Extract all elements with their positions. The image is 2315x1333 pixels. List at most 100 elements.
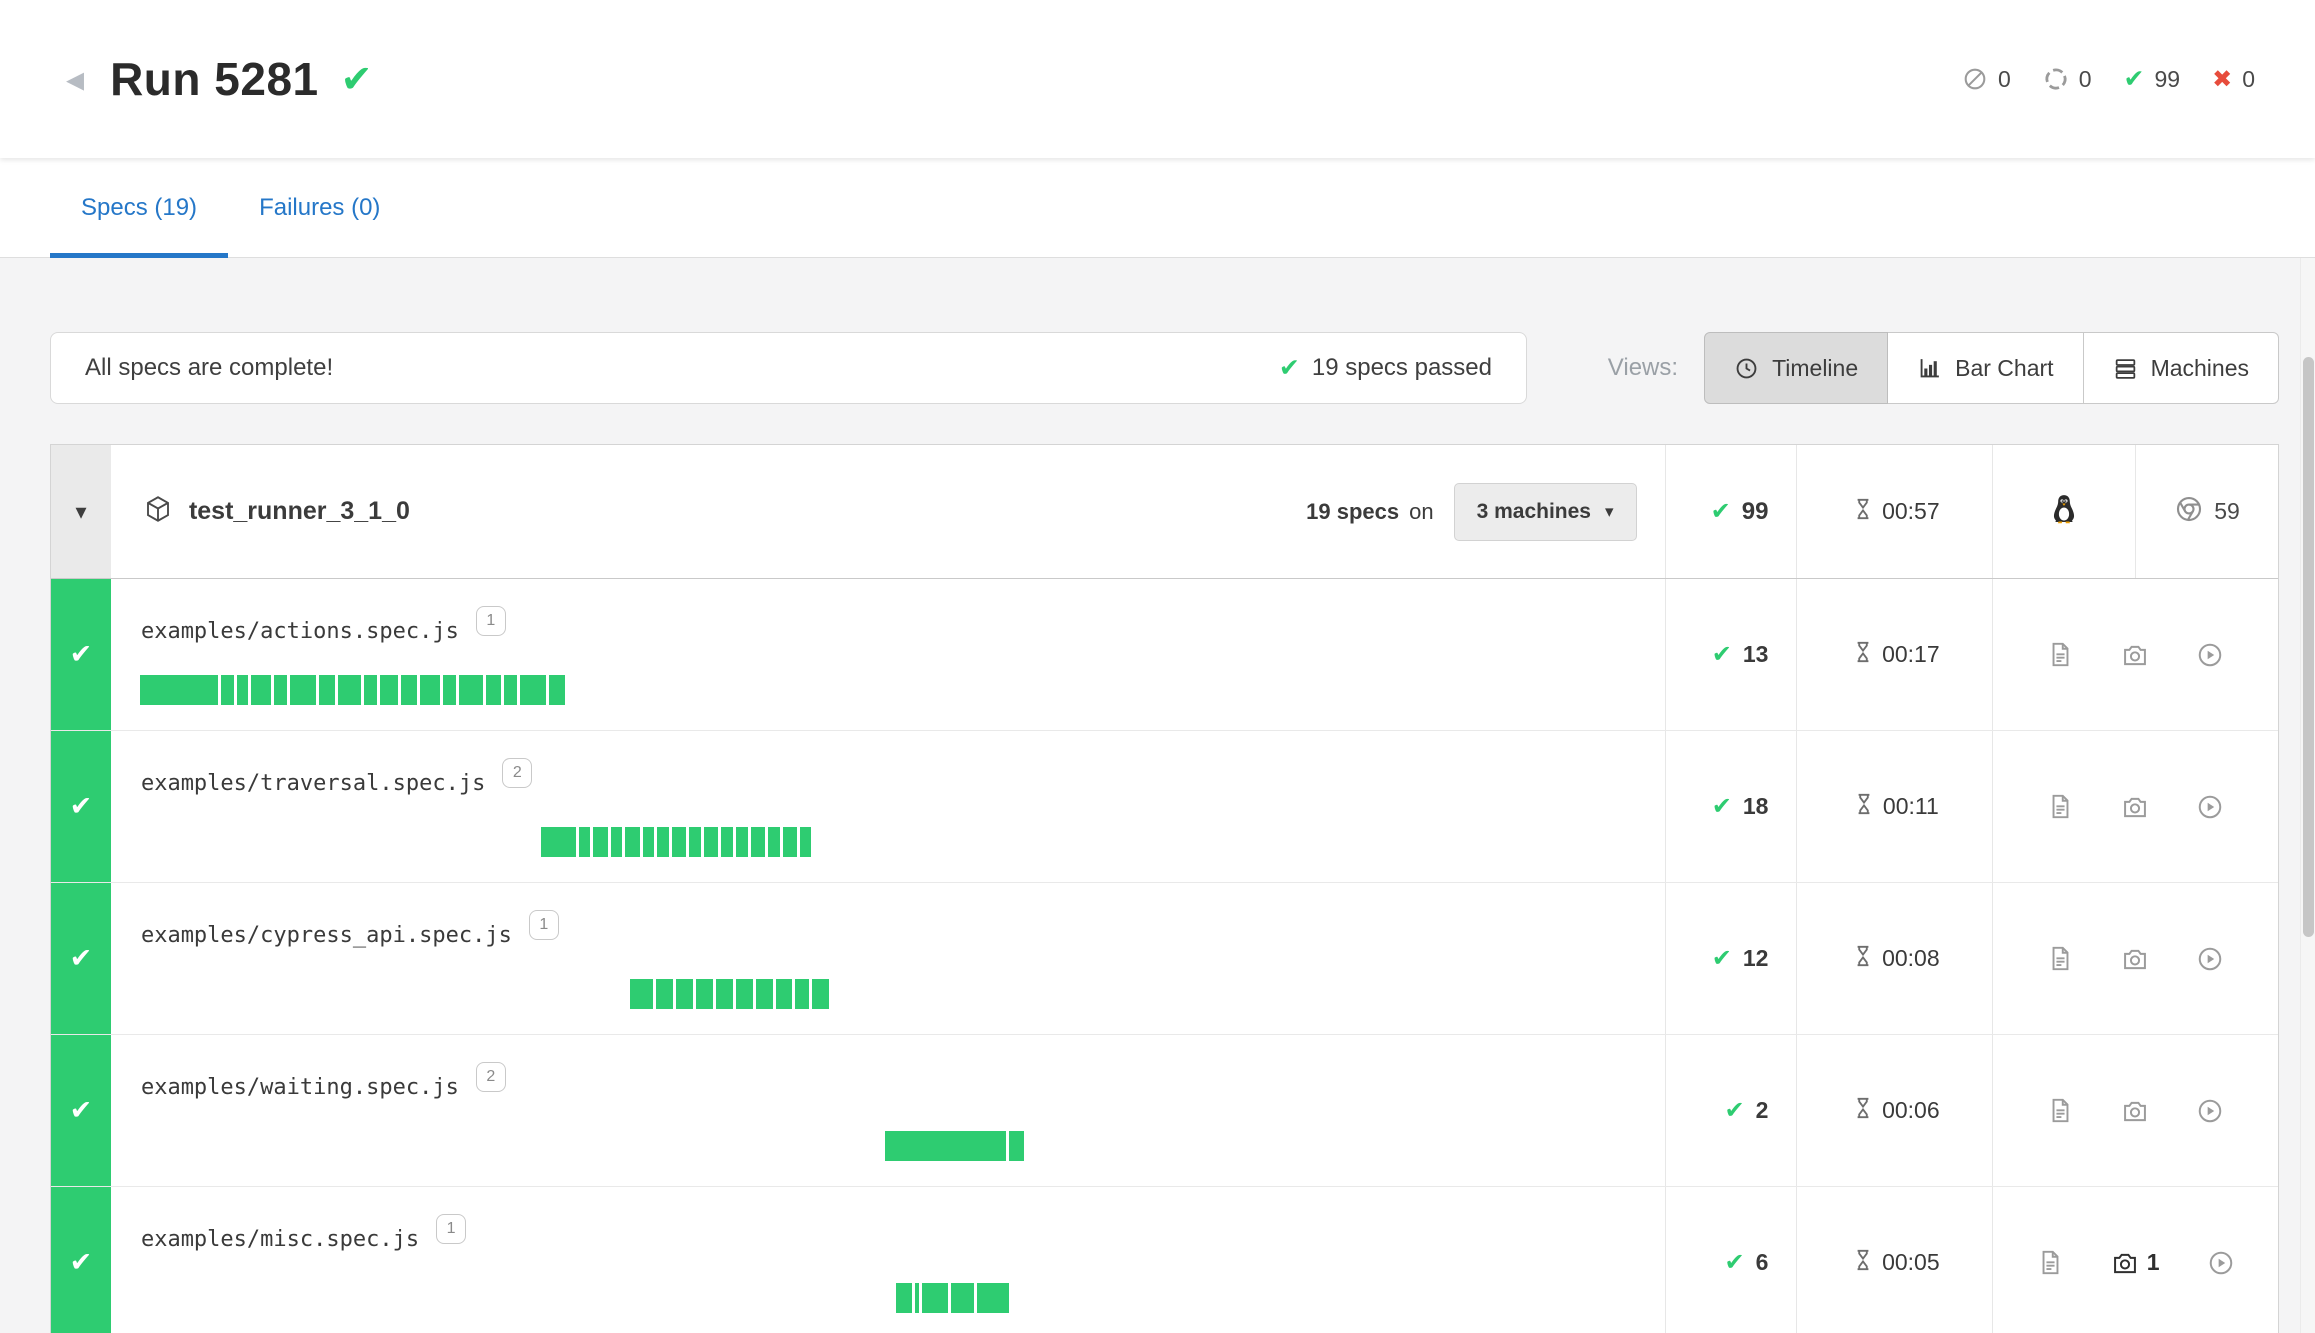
completion-message: All specs are complete! (85, 354, 333, 382)
group-spec-count: 19 specs (1306, 499, 1399, 525)
spec-status-cell: ✔ (51, 883, 111, 1034)
group-on-word: on (1409, 499, 1433, 525)
spec-status-cell: ✔ (51, 579, 111, 730)
camera-icon[interactable] (2121, 945, 2149, 973)
check-icon: ✔ (1711, 497, 1731, 526)
output-file-icon[interactable] (2047, 945, 2074, 972)
timeline-track (111, 979, 1665, 1009)
output-file-icon[interactable] (2047, 1097, 2074, 1124)
hourglass-icon (1850, 1247, 1876, 1278)
play-icon[interactable] (2196, 1097, 2224, 1125)
artifacts-cell (1992, 579, 2278, 730)
browser-version: 59 (2214, 498, 2240, 525)
passed-cell: ✔ 18 (1665, 731, 1797, 882)
spec-file-name: examples/actions.spec.js (141, 619, 459, 644)
linux-penguin-icon (2047, 492, 2081, 531)
spec-rows: ✔ examples/actions.spec.js 1 ✔ 13 00:17 (51, 579, 2278, 1333)
camera-icon[interactable] (2121, 1097, 2149, 1125)
timeline-bar[interactable] (885, 1131, 1025, 1161)
duration-cell: 00:05 (1796, 1187, 1992, 1333)
spec-file-name: examples/cypress_api.spec.js (141, 923, 512, 948)
group-machines-summary: 19 specs on 3 machines ▾ (1306, 483, 1636, 541)
hourglass-icon (1850, 943, 1876, 974)
table-row: ✔ examples/traversal.spec.js 2 ✔ 18 00:1… (51, 731, 2278, 883)
page-title: Run 5281 (110, 52, 319, 106)
group-duration-value: 00:57 (1882, 498, 1940, 525)
timeline-bar[interactable] (541, 827, 811, 857)
passed-cell: ✔ 6 (1665, 1187, 1797, 1333)
play-icon[interactable] (2207, 1249, 2235, 1277)
camera-icon[interactable]: 1 (2111, 1249, 2160, 1277)
passed-summary-text: 19 specs passed (1312, 354, 1492, 382)
stat-skipped-value: 0 (1998, 66, 2011, 93)
passed-summary: ✔ 19 specs passed (1279, 353, 1492, 383)
duration-value: 00:17 (1882, 641, 1940, 668)
passed-count: 6 (1756, 1249, 1769, 1276)
tab-bar: Specs (19) Failures (0) (0, 158, 2315, 258)
view-machines-label: Machines (2151, 355, 2249, 382)
check-icon: ✔ (1712, 640, 1732, 669)
check-icon: ✔ (70, 639, 93, 670)
output-file-icon[interactable] (2047, 793, 2074, 820)
stat-passed: ✔ 99 (2124, 64, 2181, 94)
spec-badge: 2 (476, 1062, 506, 1092)
play-icon[interactable] (2196, 641, 2224, 669)
duration-cell: 00:17 (1796, 579, 1992, 730)
views-label: Views: (1608, 354, 1678, 382)
stat-running-value: 0 (2079, 66, 2092, 93)
passed-count: 18 (1743, 793, 1769, 820)
spec-badge: 2 (502, 758, 532, 788)
output-file-icon[interactable] (2037, 1249, 2064, 1276)
spec-status-cell: ✔ (51, 1187, 111, 1333)
tab-failures[interactable]: Failures (0) (228, 158, 411, 257)
play-icon[interactable] (2196, 945, 2224, 973)
artifacts-cell (1992, 883, 2278, 1034)
main-content: All specs are complete! ✔ 19 specs passe… (0, 258, 2315, 1333)
machines-dropdown[interactable]: 3 machines ▾ (1454, 483, 1637, 541)
toolbar: All specs are complete! ✔ 19 specs passe… (50, 332, 2279, 404)
view-bar-chart-button[interactable]: Bar Chart (1887, 332, 2083, 404)
spec-cell[interactable]: examples/cypress_api.spec.js 1 (111, 883, 1665, 1034)
group-os-cell (1992, 445, 2135, 578)
clock-icon (1734, 356, 1759, 381)
duration-value: 00:08 (1882, 945, 1940, 972)
table-row: ✔ examples/misc.spec.js 1 ✔ 6 00:05 (51, 1187, 2278, 1333)
view-machines-button[interactable]: Machines (2083, 332, 2279, 404)
view-bar-chart-label: Bar Chart (1955, 355, 2053, 382)
view-buttons: Timeline Bar Chart Machines (1704, 332, 2279, 404)
timeline-track (111, 1283, 1665, 1313)
spec-cell[interactable]: examples/misc.spec.js 1 (111, 1187, 1665, 1333)
camera-icon[interactable] (2121, 793, 2149, 821)
spec-file-name: examples/waiting.spec.js (141, 1075, 459, 1100)
scrollbar-thumb[interactable] (2303, 357, 2314, 937)
artifacts-cell (1992, 731, 2278, 882)
tab-specs[interactable]: Specs (19) (50, 158, 228, 257)
spec-cell[interactable]: examples/waiting.spec.js 2 (111, 1035, 1665, 1186)
collapse-caret[interactable]: ▾ (51, 445, 111, 578)
output-file-icon[interactable] (2047, 641, 2074, 668)
timeline-bar[interactable] (896, 1283, 1009, 1313)
passed-cell: ✔ 13 (1665, 579, 1797, 730)
play-icon[interactable] (2196, 793, 2224, 821)
artifacts-cell (1992, 1035, 2278, 1186)
check-icon: ✔ (70, 791, 93, 822)
back-arrow-icon[interactable]: ◂ (66, 58, 84, 100)
machines-icon (2113, 356, 2138, 381)
header: ◂ Run 5281 ✔ 0 0 ✔ 99 ✖ 0 (0, 0, 2315, 158)
check-icon: ✔ (70, 1095, 93, 1126)
machines-dropdown-label: 3 machines (1477, 500, 1591, 524)
run-page: ◂ Run 5281 ✔ 0 0 ✔ 99 ✖ 0 (0, 0, 2315, 1333)
group-duration-cell: 00:57 (1796, 445, 1992, 578)
check-icon: ✔ (1725, 1248, 1745, 1277)
stat-running: 0 (2043, 66, 2092, 93)
timeline-bar[interactable] (630, 979, 829, 1009)
group-name: test_runner_3_1_0 (189, 497, 410, 526)
spec-cell[interactable]: examples/actions.spec.js 1 (111, 579, 1665, 730)
check-icon: ✔ (2124, 64, 2145, 94)
camera-icon[interactable] (2121, 641, 2149, 669)
timeline-bar[interactable] (140, 675, 564, 705)
view-timeline-button[interactable]: Timeline (1704, 332, 1888, 404)
stat-passed-value: 99 (2155, 66, 2181, 93)
spec-cell[interactable]: examples/traversal.spec.js 2 (111, 731, 1665, 882)
check-icon: ✔ (1712, 944, 1732, 973)
